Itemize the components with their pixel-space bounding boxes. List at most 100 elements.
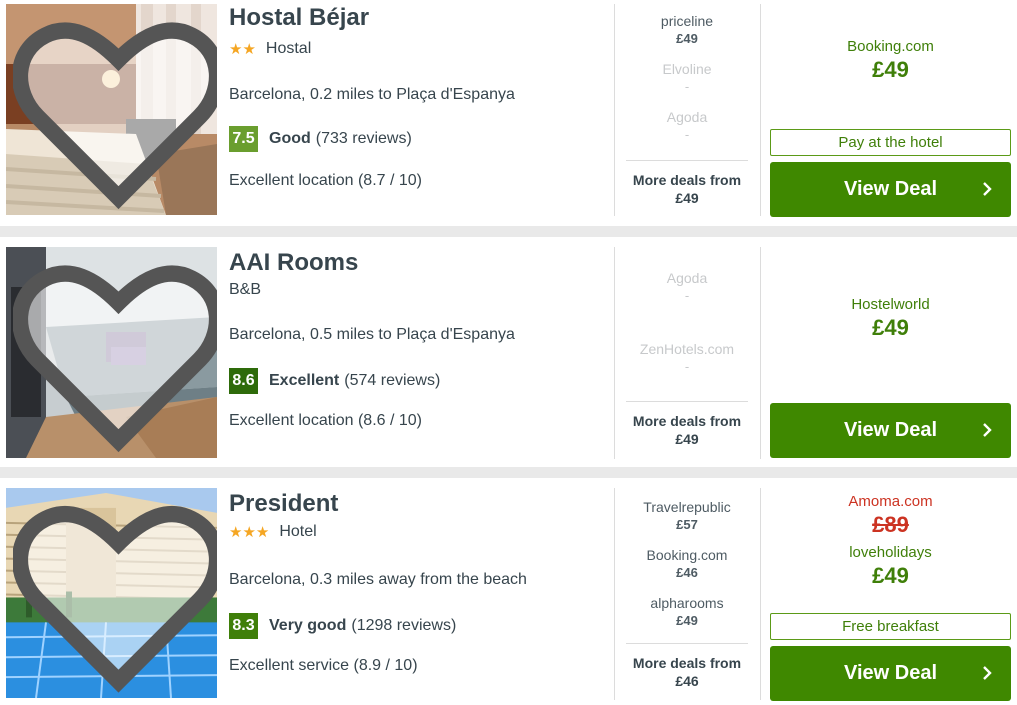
score-badge: 8.3: [229, 613, 258, 639]
deal-item[interactable]: alpharooms £49: [626, 594, 748, 642]
column-divider: [614, 247, 615, 459]
deal-price: -: [684, 79, 690, 94]
view-deal-button[interactable]: View Deal: [770, 646, 1011, 701]
deals-list: Agoda - ZenHotels.com -: [626, 269, 748, 388]
deal-item[interactable]: Travelrepublic £57: [626, 498, 748, 546]
hotel-card: President ★★★ Hotel Barcelona, 0.3 miles…: [0, 478, 1017, 705]
rating-row[interactable]: 8.6 Excellent (574 reviews): [229, 368, 440, 394]
deal-provider: priceline: [660, 13, 714, 29]
deal-item[interactable]: priceline £49: [626, 12, 748, 60]
best-deal[interactable]: Amoma.com £89 loveholidays £49: [770, 493, 1011, 589]
deal-price: -: [684, 127, 690, 142]
column-divider: [614, 4, 615, 216]
deal-provider: Agoda: [666, 109, 708, 125]
review-count: (1298 reviews): [351, 617, 457, 634]
hotel-name[interactable]: Hostal Béjar: [229, 4, 369, 32]
chevron-right-icon: [983, 423, 992, 437]
view-deal-button[interactable]: View Deal: [770, 403, 1011, 458]
hotel-category: ★★ Hostal: [229, 40, 311, 58]
accommodation-type: Hotel: [279, 523, 317, 540]
column-divider: [614, 488, 615, 700]
review-count: (574 reviews): [344, 372, 441, 389]
heart-icon[interactable]: [13, 495, 217, 698]
best-deal-provider: Hostelworld: [851, 296, 930, 313]
rating-row[interactable]: 8.3 Very good (1298 reviews): [229, 613, 456, 639]
score-badge: 7.5: [229, 126, 258, 152]
hotel-name[interactable]: AAI Rooms: [229, 249, 358, 277]
more-deals-link[interactable]: More deals from £49: [626, 401, 748, 448]
deal-item: ZenHotels.com -: [626, 340, 748, 388]
deal-price: £46: [676, 565, 698, 580]
view-deal-button[interactable]: View Deal: [770, 162, 1011, 217]
rating-highlight: Excellent location (8.6 / 10): [229, 412, 422, 429]
deal-tag: Pay at the hotel: [770, 129, 1011, 156]
star-rating: ★★★: [229, 524, 270, 541]
deal-item[interactable]: Booking.com £46: [626, 546, 748, 594]
more-deals-link[interactable]: More deals from £49: [626, 160, 748, 207]
hotel-card: Hostal Béjar ★★ Hostal Barcelona, 0.2 mi…: [0, 0, 1017, 226]
deal-item: Agoda -: [626, 108, 748, 156]
hotel-card: AAI Rooms B&B Barcelona, 0.5 miles to Pl…: [0, 237, 1017, 467]
deal-price: £49: [676, 613, 698, 628]
old-deal-price: £89: [872, 512, 909, 537]
hotel-photo[interactable]: [6, 4, 217, 215]
rating-row[interactable]: 7.5 Good (733 reviews): [229, 126, 412, 152]
deal-item: Elvoline -: [626, 60, 748, 108]
heart-icon[interactable]: [13, 254, 217, 458]
more-deals-price: £49: [675, 190, 699, 206]
more-deals-label: More deals from: [632, 413, 742, 429]
deal-item: Agoda -: [626, 269, 748, 340]
hotel-photo[interactable]: [6, 488, 217, 698]
old-deal-provider: Amoma.com: [848, 493, 933, 510]
more-deals-price: £49: [675, 431, 699, 447]
view-deal-label: View Deal: [843, 662, 938, 684]
accommodation-type: Hostal: [265, 40, 312, 57]
best-deal-price: £49: [872, 57, 909, 82]
view-deal-label: View Deal: [843, 178, 938, 200]
column-divider: [760, 247, 761, 459]
deals-list: Travelrepublic £57 Booking.com £46 alpha…: [626, 498, 748, 642]
best-deal-provider: Booking.com: [847, 38, 934, 55]
best-deal-price: £49: [872, 315, 909, 340]
more-deals-price: £46: [675, 673, 699, 689]
score-badge: 8.6: [229, 368, 258, 394]
hotel-name[interactable]: President: [229, 490, 338, 518]
column-divider: [760, 488, 761, 700]
accommodation-type: B&B: [229, 281, 262, 298]
hotel-location: Barcelona, 0.5 miles to Plaça d'Espanya: [229, 326, 515, 343]
best-deal[interactable]: Booking.com £49: [770, 38, 1011, 83]
chevron-right-icon: [983, 666, 992, 680]
deal-provider: Agoda: [666, 270, 708, 286]
best-deal[interactable]: Hostelworld £49: [770, 296, 1011, 341]
rating-label: Very good: [269, 617, 347, 634]
chevron-right-icon: [983, 182, 992, 196]
more-deals-link[interactable]: More deals from £46: [626, 643, 748, 690]
hotel-location: Barcelona, 0.2 miles to Plaça d'Espanya: [229, 86, 515, 103]
rating-highlight: Excellent service (8.9 / 10): [229, 657, 418, 674]
deal-price: £57: [676, 517, 698, 532]
deal-price: £49: [676, 31, 698, 46]
deal-price: -: [684, 359, 690, 374]
best-deal-price: £49: [872, 563, 909, 588]
deal-provider: alpharooms: [650, 595, 724, 611]
hotel-photo[interactable]: [6, 247, 217, 458]
heart-icon[interactable]: [13, 11, 217, 215]
more-deals-label: More deals from: [632, 655, 742, 671]
hotel-category: B&B: [229, 281, 261, 299]
rating-label: Good: [269, 130, 311, 147]
hotel-location: Barcelona, 0.3 miles away from the beach: [229, 571, 527, 588]
star-rating: ★★: [229, 41, 256, 58]
rating-highlight: Excellent location (8.7 / 10): [229, 172, 422, 189]
hotel-category: ★★★ Hotel: [229, 523, 317, 541]
rating-label: Excellent: [269, 372, 340, 389]
column-divider: [760, 4, 761, 216]
deal-provider: ZenHotels.com: [639, 341, 735, 357]
deals-list: priceline £49 Elvoline - Agoda -: [626, 12, 748, 156]
view-deal-label: View Deal: [843, 419, 938, 441]
more-deals-label: More deals from: [632, 172, 742, 188]
deal-provider: Elvoline: [662, 61, 712, 77]
best-deal-provider: loveholidays: [849, 544, 932, 561]
review-count: (733 reviews): [315, 130, 412, 147]
deal-tag: Free breakfast: [770, 613, 1011, 640]
deal-provider: Booking.com: [646, 547, 728, 563]
